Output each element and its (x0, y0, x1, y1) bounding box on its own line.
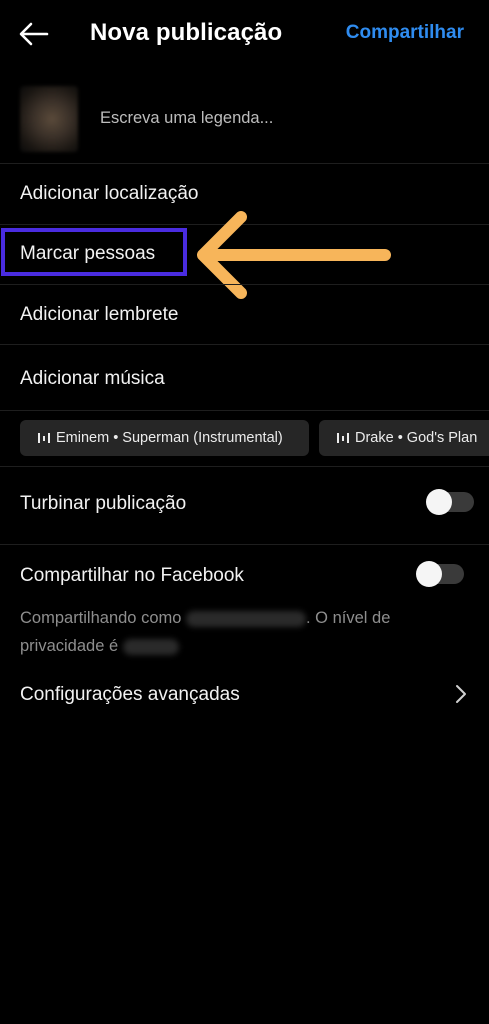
chevron-right-icon (456, 685, 466, 703)
boost-post-toggle[interactable] (426, 489, 474, 515)
share-facebook-toggle[interactable] (416, 561, 464, 587)
share-facebook-label: Compartilhar no Facebook (20, 565, 244, 586)
caption-input[interactable]: Escreva uma legenda... (100, 109, 273, 128)
facebook-share-info: Compartilhando como . O nível de privaci… (20, 604, 460, 660)
music-suggestion-label: Drake • God's Plan (355, 430, 478, 446)
boost-post-row: Turbinar publicação (0, 467, 489, 543)
music-suggestion-chip[interactable]: Eminem • Superman (Instrumental) (20, 420, 309, 456)
advanced-settings-label: Configurações avançadas (20, 684, 240, 705)
toggle-knob (426, 489, 452, 515)
top-bar: Nova publicação Compartilhar (0, 0, 489, 68)
redacted-privacy-level (122, 638, 179, 655)
advanced-settings-row[interactable]: Configurações avançadas (0, 668, 489, 724)
music-bars-icon (38, 432, 50, 444)
back-button[interactable] (14, 16, 54, 52)
add-reminder-label: Adicionar lembrete (20, 304, 179, 325)
caption-row: Escreva uma legenda... (0, 76, 489, 162)
back-arrow-icon (19, 22, 49, 46)
toggle-knob (416, 561, 442, 587)
highlight-box (1, 228, 187, 276)
add-location-label: Adicionar localização (20, 183, 199, 204)
music-suggestion-label: Eminem • Superman (Instrumental) (56, 430, 283, 446)
add-music-label: Adicionar música (20, 368, 165, 389)
add-reminder-row[interactable]: Adicionar lembrete (0, 285, 489, 343)
add-music-row[interactable]: Adicionar música (0, 345, 489, 409)
facebook-info-prefix: Compartilhando como (20, 609, 182, 627)
post-thumbnail (20, 86, 78, 152)
boost-post-label: Turbinar publicação (20, 493, 187, 514)
music-suggestion-chip[interactable]: Drake • God's Plan (319, 420, 489, 456)
page-title: Nova publicação (90, 19, 283, 46)
music-bars-icon (337, 432, 349, 444)
divider (0, 410, 489, 411)
share-button[interactable]: Compartilhar (346, 22, 464, 44)
redacted-account-name (186, 610, 307, 627)
